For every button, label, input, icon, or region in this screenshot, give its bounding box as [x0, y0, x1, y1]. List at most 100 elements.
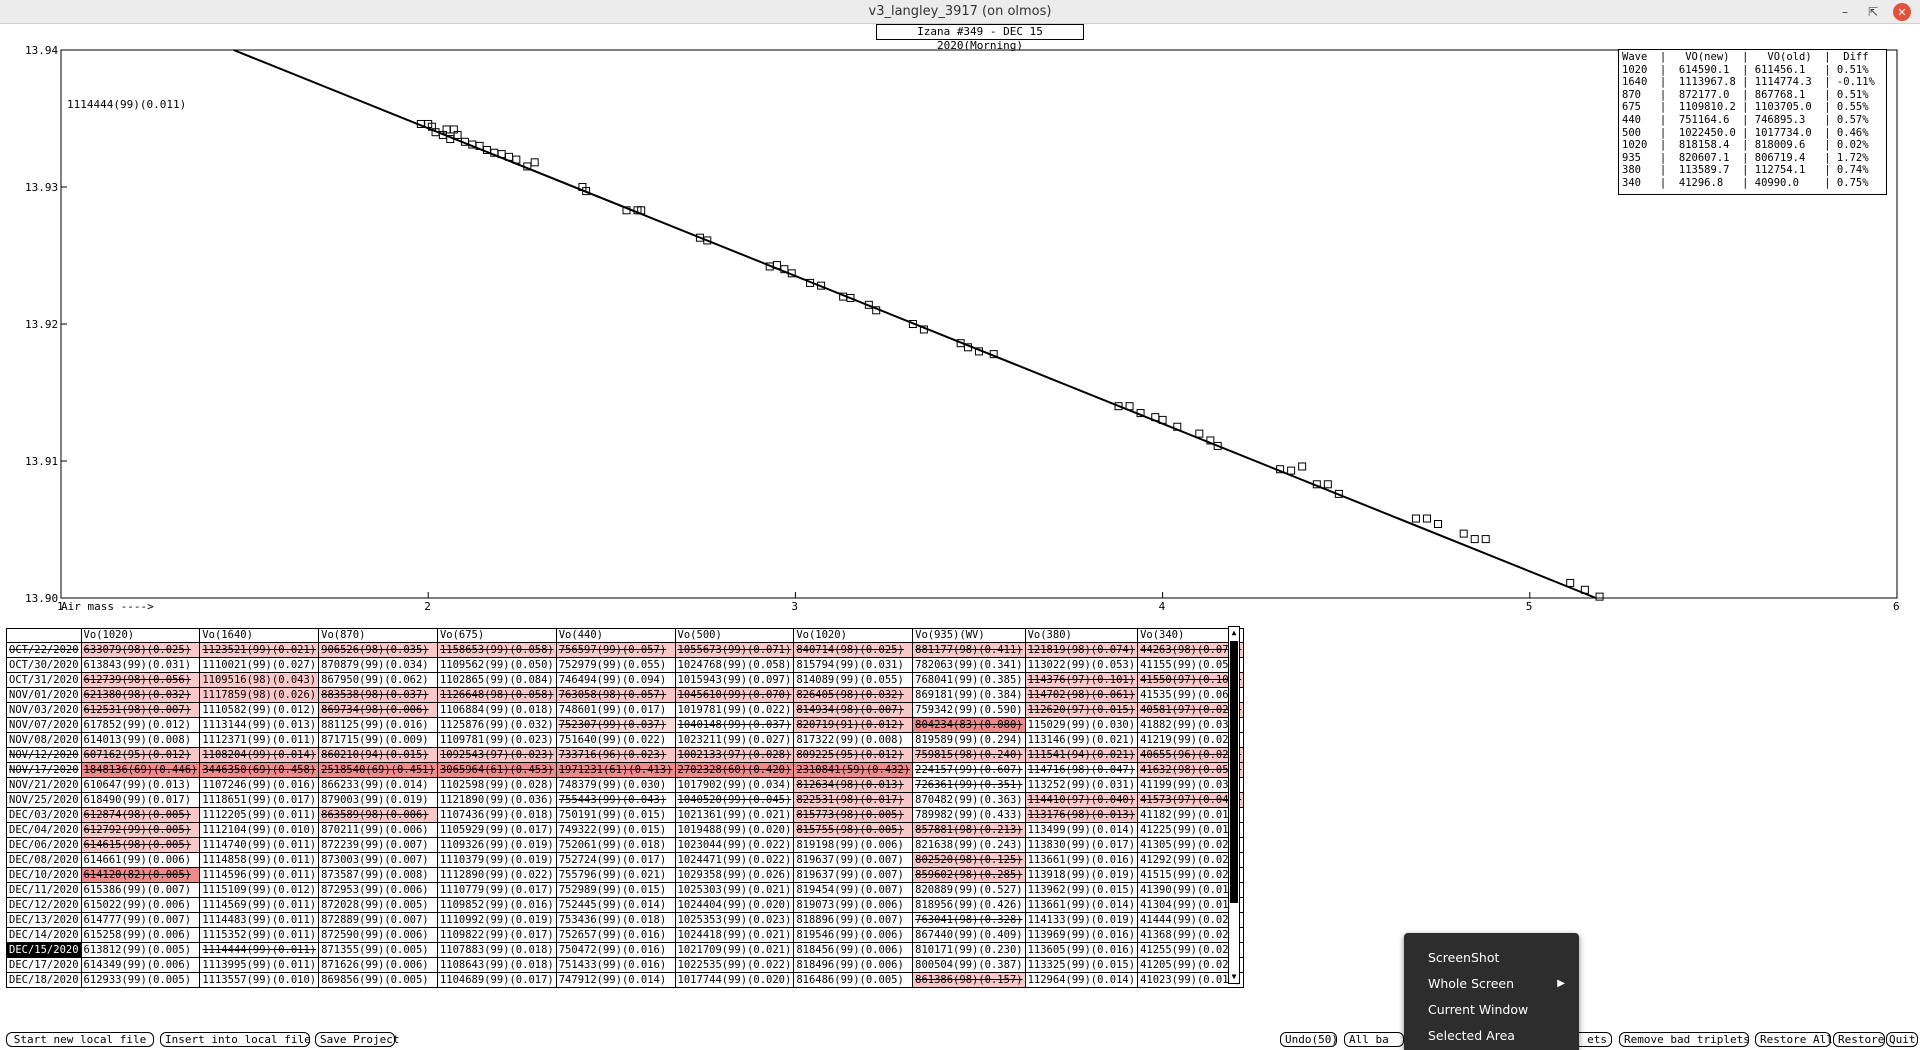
vo-value-cell[interactable]: 753436(99)(0.018)	[555, 912, 676, 928]
vo-value-cell[interactable]: 1107883(99)(0.018)	[436, 942, 557, 958]
vo-value-cell[interactable]: 768041(99)(0.385)	[912, 672, 1026, 688]
row-date-cell[interactable]: NOV/07/2020	[6, 717, 82, 733]
vo-value-cell[interactable]: 749322(99)(0.015)	[555, 822, 676, 838]
vo-value-cell[interactable]: 633079(98)(0.025)	[80, 642, 201, 658]
vo-value-cell[interactable]: 1045610(99)(0.070)	[674, 687, 795, 703]
vo-value-cell[interactable]: 113252(99)(0.031)	[1024, 777, 1139, 793]
vo-value-cell[interactable]: 873003(99)(0.007)	[318, 852, 438, 868]
vo-value-cell[interactable]: 818896(99)(0.007)	[793, 912, 914, 928]
vo-value-cell[interactable]: 1109822(99)(0.017)	[436, 927, 557, 943]
vo-value-cell[interactable]: 1110582(99)(0.012)	[199, 702, 320, 718]
vo-value-cell[interactable]: 1108204(99)(0.014)	[199, 747, 320, 763]
vo-value-cell[interactable]: 906526(98)(0.035)	[318, 642, 438, 658]
vo-value-cell[interactable]: 789982(99)(0.433)	[912, 807, 1026, 823]
row-date-cell[interactable]: DEC/06/2020	[6, 837, 82, 853]
table-row[interactable]: OCT/22/2020 633079(98)(0.025) 1123521(99)(…	[6, 642, 1245, 658]
vo-value-cell[interactable]: 113022(99)(0.053)	[1024, 657, 1139, 673]
vo-value-cell[interactable]: 759815(98)(0.240)	[912, 747, 1026, 763]
vo-value-cell[interactable]: 1017902(99)(0.034)	[674, 777, 795, 793]
vo-value-cell[interactable]: 614661(99)(0.006)	[80, 852, 201, 868]
vo-value-cell[interactable]: 1114596(99)(0.011)	[199, 867, 320, 883]
vo-value-cell[interactable]: 752979(99)(0.055)	[555, 657, 676, 673]
vo-value-cell[interactable]: 869181(99)(0.384)	[912, 687, 1026, 703]
vo-value-cell[interactable]: 870211(99)(0.006)	[318, 822, 438, 838]
grid-column-header[interactable]: Vo(500)	[674, 628, 795, 643]
vo-value-cell[interactable]: 1848136(69)(0.446)	[80, 762, 201, 778]
vo-value-cell[interactable]: 1158653(99)(0.058)	[436, 642, 557, 658]
vo-value-cell[interactable]: 810171(99)(0.230)	[912, 942, 1026, 958]
row-date-cell[interactable]: DEC/03/2020	[6, 807, 82, 823]
vo-value-cell[interactable]: 750191(99)(0.015)	[555, 807, 676, 823]
vo-value-cell[interactable]: 733716(96)(0.023)	[555, 747, 676, 763]
vo-value-cell[interactable]: 1110021(99)(0.027)	[199, 657, 320, 673]
vo-value-cell[interactable]: 113176(98)(0.013)	[1024, 807, 1139, 823]
scroll-thumb[interactable]	[1230, 641, 1238, 903]
vo-value-cell[interactable]: 872239(99)(0.007)	[318, 837, 438, 853]
vo-value-cell[interactable]: 872590(99)(0.006)	[318, 927, 438, 943]
grid-column-header[interactable]: Vo(380)	[1024, 628, 1139, 643]
vo-value-cell[interactable]: 618490(99)(0.017)	[80, 792, 201, 808]
vo-value-cell[interactable]: 879003(99)(0.019)	[318, 792, 438, 808]
vo-value-cell[interactable]: 867950(99)(0.062)	[318, 672, 438, 688]
vo-value-cell[interactable]: 820889(99)(0.527)	[912, 882, 1026, 898]
vo-value-cell[interactable]: 1106884(99)(0.018)	[436, 702, 557, 718]
vo-value-cell[interactable]: 861386(98)(0.157)	[912, 972, 1026, 988]
vo-value-cell[interactable]: 115029(99)(0.030)	[1024, 717, 1139, 733]
vo-value-cell[interactable]: 2702328(60)(0.420)	[674, 762, 795, 778]
row-date-cell[interactable]: DEC/15/2020	[6, 942, 82, 958]
vo-value-cell[interactable]: 1055673(99)(0.071)	[674, 642, 795, 658]
row-date-cell[interactable]: DEC/17/2020	[6, 957, 82, 973]
vo-value-cell[interactable]: 763041(98)(0.328)	[912, 912, 1026, 928]
vo-value-cell[interactable]: 881125(99)(0.016)	[318, 717, 438, 733]
vo-value-cell[interactable]: 1108643(99)(0.018)	[436, 957, 557, 973]
vo-value-cell[interactable]: 756597(99)(0.057)	[555, 642, 676, 658]
vo-value-cell[interactable]: 782063(99)(0.341)	[912, 657, 1026, 673]
vo-value-cell[interactable]: 726361(99)(0.351)	[912, 777, 1026, 793]
vo-value-cell[interactable]: 763058(98)(0.057)	[555, 687, 676, 703]
vo-value-cell[interactable]: 114716(98)(0.047)	[1024, 762, 1139, 778]
vo-value-cell[interactable]: 113146(99)(0.021)	[1024, 732, 1139, 748]
grid-column-header[interactable]	[6, 628, 82, 643]
start-new-local-file-button[interactable]: Start new local file	[6, 1032, 154, 1047]
row-date-cell[interactable]: DEC/14/2020	[6, 927, 82, 943]
vo-value-cell[interactable]: 812634(98)(0.013)	[793, 777, 914, 793]
vo-value-cell[interactable]: 612739(98)(0.056)	[80, 672, 201, 688]
vo-value-cell[interactable]: 1024768(99)(0.058)	[674, 657, 795, 673]
vo-value-cell[interactable]: 1022535(99)(0.022)	[674, 957, 795, 973]
vo-value-cell[interactable]: 1114740(99)(0.011)	[199, 837, 320, 853]
vo-value-cell[interactable]: 1025303(99)(0.021)	[674, 882, 795, 898]
restore-all-button[interactable]: Restore All	[1755, 1032, 1833, 1047]
vo-value-cell[interactable]: 614777(99)(0.007)	[80, 912, 201, 928]
bad-triplets-button[interactable]: ets	[1574, 1032, 1612, 1047]
vo-value-cell[interactable]: 815773(98)(0.005)	[793, 807, 914, 823]
scroll-up-icon[interactable]: ▲	[1229, 627, 1239, 639]
vo-value-cell[interactable]: 1112371(99)(0.011)	[199, 732, 320, 748]
restore-button[interactable]: Restore	[1833, 1032, 1885, 1047]
vo-value-cell[interactable]: 822531(98)(0.017)	[793, 792, 914, 808]
vo-value-cell[interactable]: 752445(99)(0.014)	[555, 897, 676, 913]
vo-value-cell[interactable]: 1002133(97)(0.028)	[674, 747, 795, 763]
vo-value-cell[interactable]: 818456(99)(0.006)	[793, 942, 914, 958]
vo-value-cell[interactable]: 860210(94)(0.015)	[318, 747, 438, 763]
vo-value-cell[interactable]: 1115352(99)(0.011)	[199, 927, 320, 943]
vo-value-cell[interactable]: 1015943(99)(0.097)	[674, 672, 795, 688]
row-date-cell[interactable]: NOV/01/2020	[6, 687, 82, 703]
vo-value-cell[interactable]: 752724(99)(0.017)	[555, 852, 676, 868]
vo-value-cell[interactable]: 820719(91)(0.012)	[793, 717, 914, 733]
table-row[interactable]: DEC/04/2020 612792(99)(0.005) 1112104(99)(…	[6, 822, 1245, 838]
vo-value-cell[interactable]: 1109852(99)(0.016)	[436, 897, 557, 913]
vo-value-cell[interactable]: 1109516(98)(0.043)	[199, 672, 320, 688]
vo-value-cell[interactable]: 121819(98)(0.074)	[1024, 642, 1139, 658]
grid-column-header[interactable]: Vo(1020)	[793, 628, 914, 643]
table-row[interactable]: NOV/03/2020 612531(98)(0.007) 1110582(99)(…	[6, 702, 1245, 718]
vo-value-cell[interactable]: 615386(99)(0.007)	[80, 882, 201, 898]
vo-value-cell[interactable]: 1114483(99)(0.011)	[199, 912, 320, 928]
vo-value-cell[interactable]: 819546(99)(0.006)	[793, 927, 914, 943]
vo-value-cell[interactable]: 821638(99)(0.243)	[912, 837, 1026, 853]
vo-value-cell[interactable]: 1102865(99)(0.084)	[436, 672, 557, 688]
vo-value-cell[interactable]: 816486(99)(0.005)	[793, 972, 914, 988]
vo-value-cell[interactable]: 1114569(99)(0.011)	[199, 897, 320, 913]
all-bad-button[interactable]: All ba	[1344, 1032, 1404, 1047]
close-icon[interactable]: ✕	[1893, 3, 1911, 21]
vo-value-cell[interactable]: 113661(99)(0.014)	[1024, 897, 1139, 913]
